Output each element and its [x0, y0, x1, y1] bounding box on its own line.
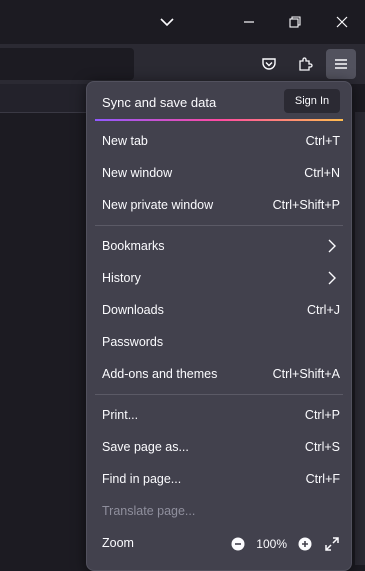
sync-gradient-divider — [95, 119, 343, 121]
menu-item-shortcut: Ctrl+J — [307, 303, 340, 317]
menu-item-label: History — [102, 271, 141, 285]
extensions-icon[interactable] — [290, 49, 320, 79]
minimize-icon[interactable] — [238, 11, 260, 33]
menu-item-shortcut: Ctrl+T — [305, 134, 340, 148]
menu-item-history[interactable]: History — [87, 263, 351, 295]
fullscreen-icon[interactable] — [323, 535, 341, 553]
title-bar — [0, 0, 365, 44]
menu-item-label: Zoom — [102, 536, 134, 550]
menu-item-shortcut: Ctrl+P — [304, 408, 340, 422]
app-menu-panel: Sync and save data Sign In New tab Ctrl+… — [86, 81, 352, 571]
menu-item-find-in-page[interactable]: Find in page... Ctrl+F — [87, 464, 351, 496]
chevron-right-icon — [328, 271, 336, 285]
sync-label: Sync and save data — [102, 95, 217, 110]
menu-item-label: Translate page... — [102, 504, 196, 518]
menu-item-label: New tab — [102, 134, 148, 148]
page-strip — [0, 84, 90, 113]
menu-item-new-tab[interactable]: New tab Ctrl+T — [87, 126, 351, 158]
menu-item-shortcut: Ctrl+Shift+P — [272, 198, 340, 212]
menu-item-passwords[interactable]: Passwords — [87, 327, 351, 359]
menu-item-shortcut: Ctrl+F — [305, 472, 340, 486]
menu-item-label: Bookmarks — [102, 239, 165, 253]
menu-item-translate-page: Translate page... — [87, 496, 351, 528]
chevron-right-icon — [328, 239, 336, 253]
menu-item-new-private-window[interactable]: New private window Ctrl+Shift+P — [87, 190, 351, 222]
menu-item-shortcut: Ctrl+S — [304, 440, 340, 454]
zoom-level[interactable]: 100% — [256, 537, 287, 551]
menu-item-label: Passwords — [102, 335, 164, 349]
menu-item-label: New private window — [102, 198, 214, 212]
menu-item-downloads[interactable]: Downloads Ctrl+J — [87, 295, 351, 327]
menu-item-label: Find in page... — [102, 472, 182, 486]
zoom-controls: 100% — [229, 533, 341, 555]
menu-item-zoom: Zoom 100% — [87, 528, 351, 560]
tabs-list-chevron-icon[interactable] — [156, 11, 178, 33]
menu-item-save-page[interactable]: Save page as... Ctrl+S — [87, 432, 351, 464]
nav-toolbar — [0, 44, 365, 84]
menu-item-print[interactable]: Print... Ctrl+P — [87, 400, 351, 432]
menu-item-bookmarks[interactable]: Bookmarks — [87, 231, 351, 263]
menu-item-new-window[interactable]: New window Ctrl+N — [87, 158, 351, 190]
menu-separator — [95, 394, 343, 395]
menu-item-shortcut: Ctrl+N — [304, 166, 340, 180]
restore-icon[interactable] — [284, 11, 306, 33]
menu-item-shortcut: Ctrl+Shift+A — [272, 367, 340, 381]
menu-item-label: Add-ons and themes — [102, 367, 218, 381]
zoom-out-icon[interactable] — [229, 535, 247, 553]
sign-in-button[interactable]: Sign In — [284, 89, 340, 113]
sync-row: Sync and save data Sign In — [87, 82, 351, 120]
close-icon[interactable] — [331, 11, 353, 33]
menu-item-label: Downloads — [102, 303, 164, 317]
pocket-icon[interactable] — [254, 49, 284, 79]
zoom-in-icon[interactable] — [296, 535, 314, 553]
menu-separator — [95, 225, 343, 226]
menu-item-label: New window — [102, 166, 173, 180]
menu-item-label: Save page as... — [102, 440, 189, 454]
scrollbar[interactable] — [355, 112, 365, 565]
menu-item-label: Print... — [102, 408, 139, 422]
url-bar[interactable] — [0, 48, 134, 80]
menu-item-addons-themes[interactable]: Add-ons and themes Ctrl+Shift+A — [87, 359, 351, 391]
hamburger-menu-icon[interactable] — [326, 49, 356, 79]
